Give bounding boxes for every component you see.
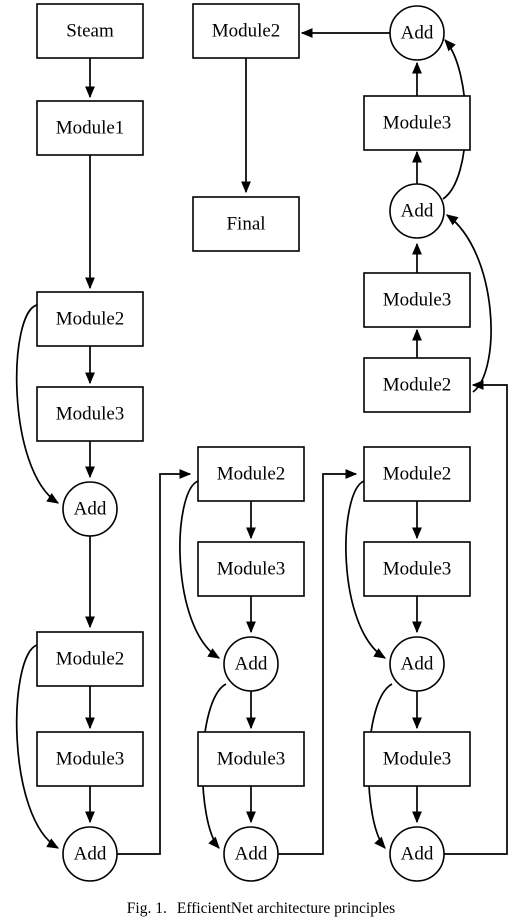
node-label: Module3: [217, 558, 286, 579]
node-label: Module2: [56, 648, 125, 669]
node-steam[interactable]: Steam: [36, 3, 144, 59]
node-add-c1b[interactable]: Add: [62, 826, 118, 882]
node-add-c3b[interactable]: Add: [389, 826, 445, 882]
node-label: Add: [401, 653, 434, 674]
node-label: Module3: [383, 112, 452, 133]
node-label: Module2: [217, 463, 286, 484]
node-label: Module2: [212, 20, 281, 41]
node-module3-c3top[interactable]: Module3: [363, 95, 471, 151]
node-label: Module2: [383, 374, 452, 395]
node-label: Add: [235, 653, 268, 674]
node-label: Module2: [56, 308, 125, 329]
node-label: Add: [401, 22, 434, 43]
node-module2-c3a[interactable]: Module2: [363, 446, 471, 502]
node-module3-c2b[interactable]: Module3: [197, 731, 305, 787]
node-module3-c3up[interactable]: Module3: [363, 272, 471, 328]
node-final[interactable]: Final: [192, 196, 300, 252]
node-add-c1a[interactable]: Add: [62, 481, 118, 537]
node-module2-c3up[interactable]: Module2: [363, 357, 471, 413]
node-label: Module1: [56, 117, 125, 138]
node-label: Steam: [66, 20, 114, 41]
node-add-c3a[interactable]: Add: [389, 636, 445, 692]
node-module1[interactable]: Module1: [36, 100, 144, 156]
edge-layer: [15, 28, 508, 855]
node-label: Add: [401, 200, 434, 221]
node-module2-c2a[interactable]: Module2: [197, 446, 305, 502]
figure-number: Fig. 1.: [126, 900, 167, 917]
node-label: Module3: [56, 748, 125, 769]
node-label: Module3: [217, 748, 286, 769]
node-layer: Steam Module1 Module2 Module3 Add Module…: [36, 3, 471, 882]
node-module2-final-stage[interactable]: Module2: [192, 3, 300, 59]
architecture-diagram: Steam Module1 Module2 Module3 Add Module…: [15, 3, 508, 882]
node-module3-c2a[interactable]: Module3: [197, 541, 305, 597]
node-add-c2b[interactable]: Add: [223, 826, 279, 882]
node-label: Module3: [56, 403, 125, 424]
node-add-top[interactable]: Add: [389, 5, 445, 61]
node-label: Add: [74, 843, 107, 864]
node-label: Module2: [383, 463, 452, 484]
node-label: Module3: [383, 558, 452, 579]
node-label: Module3: [383, 289, 452, 310]
node-add-c2a[interactable]: Add: [223, 636, 279, 692]
node-add-c3up[interactable]: Add: [389, 183, 445, 239]
node-module2-c1b[interactable]: Module2: [36, 631, 144, 687]
node-module3-c1b[interactable]: Module3: [36, 731, 144, 787]
node-module3-c3b[interactable]: Module3: [363, 731, 471, 787]
figure-caption-text: EfficientNet architecture principles: [176, 900, 396, 917]
node-label: Add: [235, 843, 268, 864]
node-label: Module3: [383, 748, 452, 769]
figure-caption: Fig. 1. EfficientNet architecture princip…: [0, 900, 522, 918]
edge-add-c2b-to-module2-c3: [278, 469, 358, 855]
node-label: Add: [401, 843, 434, 864]
node-label: Add: [74, 498, 107, 519]
node-label: Final: [226, 213, 265, 234]
node-module2-c1a[interactable]: Module2: [36, 291, 144, 347]
figure-root: Steam Module1 Module2 Module3 Add Module…: [0, 0, 522, 922]
node-module3-c1a[interactable]: Module3: [36, 386, 144, 442]
node-module3-c3a[interactable]: Module3: [363, 541, 471, 597]
